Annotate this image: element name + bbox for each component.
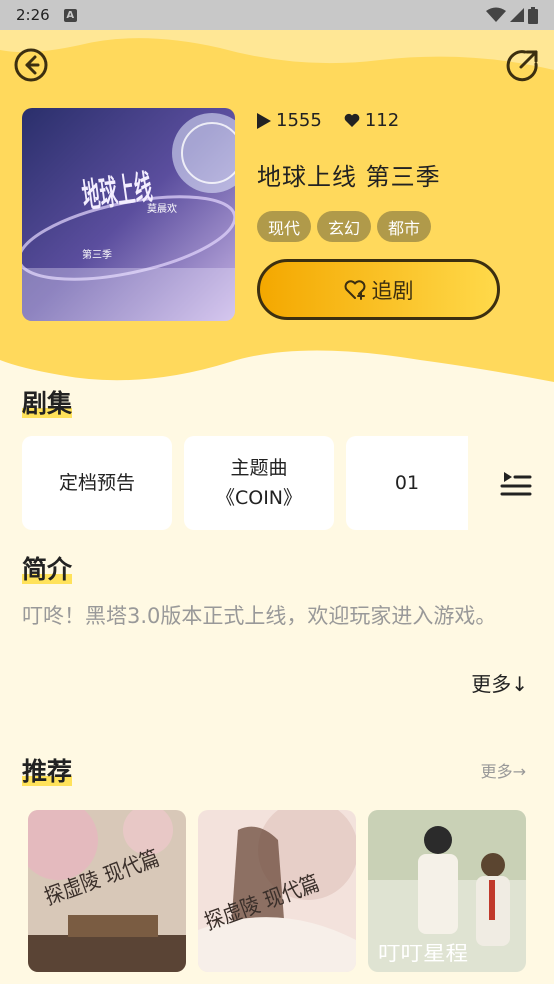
episode-label: 01 (394, 472, 420, 494)
notification-a-icon: A (63, 8, 77, 22)
recommend-section-title: 推荐 (22, 757, 73, 786)
recommend-cover[interactable]: 叮叮星程 (368, 810, 526, 972)
follow-drama-button[interactable]: 追剧 (257, 259, 500, 320)
drama-cover-image[interactable]: 地球上线 莫晨欢 第三季 (22, 108, 235, 321)
signal-icon (510, 8, 524, 22)
like-count: 112 (344, 110, 399, 131)
intro-more-button[interactable]: 更多↓ (471, 668, 528, 697)
tag-item[interactable]: 现代 (257, 211, 312, 242)
back-button[interactable] (14, 48, 48, 82)
drama-stats: 1555 112 (257, 110, 421, 131)
recommend-more-button[interactable]: 更多→ (481, 758, 526, 782)
status-icons (486, 6, 538, 24)
drama-tags: 现代 玄幻 都市 (257, 211, 432, 242)
drama-title: 地球上线 第三季 (257, 163, 441, 191)
intro-section-title: 简介 (22, 555, 73, 584)
intro-text: 叮咚！黑塔3.0版本正式上线，欢迎玩家进入游戏。 (22, 604, 497, 628)
follow-label: 追剧 (371, 278, 414, 303)
episode-item[interactable]: 01 (346, 436, 468, 530)
recommend-cover[interactable]: 探虚陵 现代篇 (28, 810, 186, 972)
recommend-list: 探虚陵 现代篇 探虚陵 现代篇 叮叮星程 (28, 810, 526, 972)
status-time: 2:26 (16, 6, 50, 24)
play-count: 1555 (257, 110, 322, 131)
episode-label: 主题曲 《COIN》 (215, 457, 303, 509)
tag-item[interactable]: 玄幻 (317, 211, 372, 242)
heart-plus-icon (344, 279, 365, 300)
recommend-cover-text: 叮叮星程 (378, 941, 468, 965)
episode-list-icon[interactable] (500, 466, 532, 498)
wifi-icon (486, 7, 506, 22)
share-button[interactable] (506, 48, 540, 82)
like-count-value: 112 (364, 110, 400, 131)
episodes-section-title: 剧集 (22, 389, 73, 418)
cover-author-text: 莫晨欢 (147, 202, 177, 215)
episode-item[interactable]: 定档预告 (22, 436, 172, 530)
tag-item[interactable]: 都市 (377, 211, 432, 242)
battery-icon (528, 6, 538, 24)
heart-icon (344, 113, 360, 127)
recommend-cover[interactable]: 探虚陵 现代篇 (198, 810, 356, 972)
status-bar: 2:26 A (0, 0, 554, 30)
cover-season-text: 第三季 (82, 248, 112, 261)
episode-list: 定档预告 主题曲 《COIN》 01 (22, 436, 468, 530)
play-count-value: 1555 (276, 110, 322, 131)
episode-item[interactable]: 主题曲 《COIN》 (184, 436, 334, 530)
play-icon (257, 112, 271, 129)
episode-label: 定档预告 (58, 472, 135, 494)
